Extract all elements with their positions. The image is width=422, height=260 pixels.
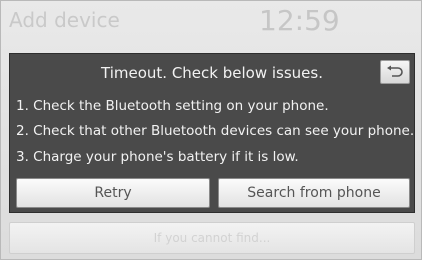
issue-line-2: 2. Check that other Bluetooth devices ca…	[16, 123, 415, 139]
timeout-dialog: Timeout. Check below issues. 1. Check th…	[9, 53, 415, 213]
cannot-find-button[interactable]: If you cannot find...	[9, 222, 415, 254]
retry-button[interactable]: Retry	[16, 178, 210, 208]
clock: 12:59	[259, 4, 340, 37]
issue-line-3: 3. Charge your phone's battery if it is …	[16, 149, 299, 165]
back-button[interactable]	[380, 60, 410, 84]
header: Add device 12:59	[1, 1, 421, 41]
back-arrow-icon	[386, 65, 404, 79]
page-title: Add device	[9, 8, 120, 32]
screen: Add device 12:59 Timeout. Check below is…	[0, 0, 422, 260]
dialog-title: Timeout. Check below issues.	[101, 64, 323, 82]
issue-line-1: 1. Check the Bluetooth setting on your p…	[16, 98, 329, 114]
search-from-phone-button[interactable]: Search from phone	[218, 178, 410, 208]
